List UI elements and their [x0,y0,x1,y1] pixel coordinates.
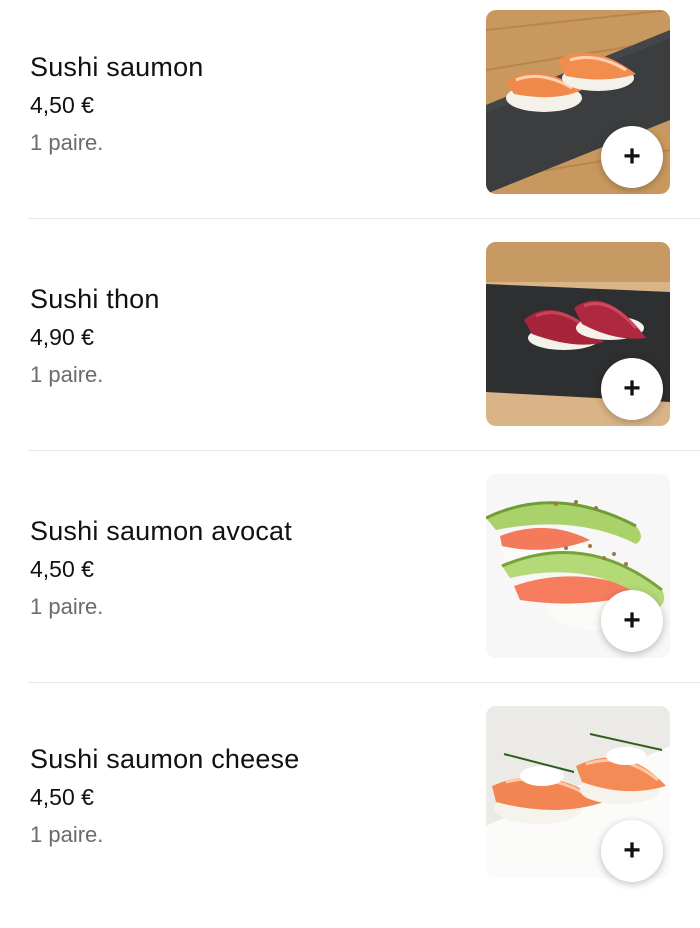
menu-item[interactable]: Sushi saumon 4,50 € 1 paire. + [0,0,700,232]
item-title: Sushi saumon [30,52,204,82]
item-price: 4,50 € [30,92,94,118]
divider [28,450,700,451]
item-description: 1 paire. [30,594,104,619]
menu-item[interactable]: Sushi saumon cheese 4,50 € 1 paire. + [0,696,700,928]
divider [28,218,700,219]
item-title: Sushi thon [30,284,160,314]
item-price: 4,90 € [30,324,94,350]
add-to-cart-button[interactable]: + [601,590,663,652]
menu-item[interactable]: Sushi thon 4,90 € 1 paire. + [0,232,700,464]
add-to-cart-button[interactable]: + [601,358,663,420]
item-price: 4,50 € [30,784,94,810]
item-price: 4,50 € [30,556,94,582]
item-title: Sushi saumon cheese [30,744,300,774]
item-description: 1 paire. [30,362,104,387]
item-description: 1 paire. [30,130,104,155]
menu-item-list: Sushi saumon 4,50 € 1 paire. + Sushi tho… [0,0,700,900]
item-title: Sushi saumon avocat [30,516,292,546]
add-to-cart-button[interactable]: + [601,820,663,882]
divider [28,682,700,683]
add-to-cart-button[interactable]: + [601,126,663,188]
item-description: 1 paire. [30,822,104,847]
menu-item[interactable]: Sushi saumon avocat 4,50 € 1 paire. + [0,464,700,696]
